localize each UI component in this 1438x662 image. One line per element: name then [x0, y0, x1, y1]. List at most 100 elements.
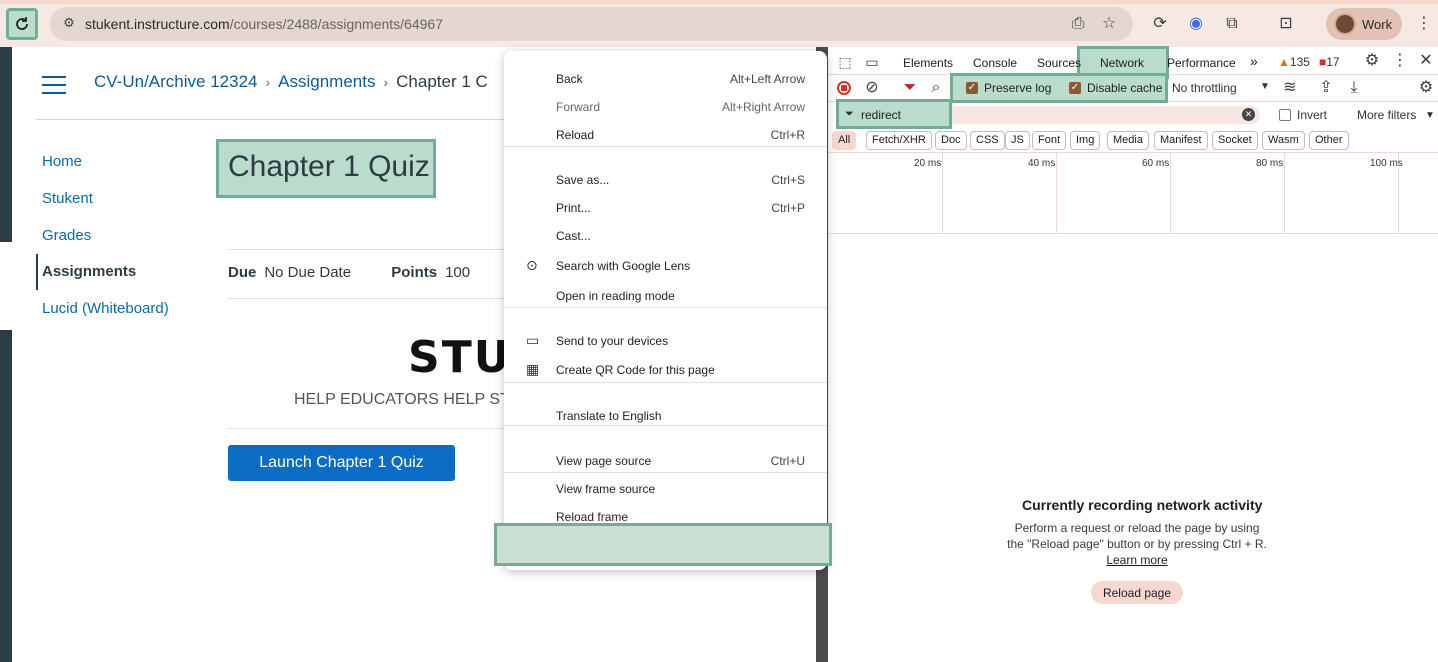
timeline-tick-label: 20 ms	[914, 158, 942, 169]
menu-item-forward[interactable]: Forward Alt+Right Arrow	[504, 94, 827, 120]
menu-item-reload[interactable]: Reload Ctrl+R	[504, 122, 827, 148]
menu-item-label: View page source	[556, 454, 652, 468]
breadcrumb-assignments[interactable]: Assignments	[278, 72, 375, 91]
launch-quiz-button[interactable]: Launch Chapter 1 Quiz	[228, 445, 455, 481]
bookmark-star-icon[interactable]: ☆	[1099, 14, 1119, 34]
menu-item-print[interactable]: Print... Ctrl+P	[504, 195, 827, 221]
menu-item-label: Reload	[556, 128, 595, 142]
network-settings-icon[interactable]: ⚙	[1416, 78, 1436, 98]
install-app-icon[interactable]: ⎙	[1068, 14, 1088, 34]
menu-item-view-frame-source[interactable]: View frame source	[504, 476, 827, 502]
filter-chip-media[interactable]: Media	[1107, 131, 1149, 150]
warning-icon: ▲	[1278, 55, 1290, 69]
filter-chip-font[interactable]: Font	[1032, 131, 1067, 150]
menu-item-save-as[interactable]: Save as... Ctrl+S	[504, 167, 827, 193]
filter-funnel-icon[interactable]: ⏷	[900, 78, 920, 98]
reload-icon[interactable]	[6, 8, 38, 40]
chrome-menu-icon[interactable]: ⋮	[1414, 14, 1434, 34]
filter-chip-img[interactable]: Img	[1070, 131, 1101, 150]
menu-item-create-qr-code-for-this-page[interactable]: ▦ Create QR Code for this page	[504, 357, 827, 383]
menu-item-label: Create QR Code for this page	[556, 363, 715, 377]
context-menu: Back Alt+Left Arrow Forward Alt+Right Arrow…	[504, 51, 827, 570]
filter-chip-fetch-xhr[interactable]: Fetch/XHR	[866, 131, 932, 150]
filter-input[interactable]: redirect	[861, 108, 901, 122]
search-icon[interactable]: ⌕	[926, 78, 946, 98]
menu-item-translate-to-english[interactable]: Translate to English	[504, 403, 827, 429]
avatar	[1334, 13, 1356, 35]
export-har-icon[interactable]: ⤓	[1344, 78, 1364, 98]
tab-elements[interactable]: Elements	[903, 56, 953, 70]
tab-network[interactable]: Network	[1100, 56, 1144, 70]
highlight-inspect	[494, 523, 832, 566]
menu-item-cast[interactable]: Cast...	[504, 223, 827, 249]
menu-item-send-to-your-devices[interactable]: ▭ Send to your devices	[504, 328, 827, 354]
filter-chip-other[interactable]: Other	[1309, 131, 1349, 150]
divider	[36, 119, 516, 120]
more-tabs-icon[interactable]: »	[1250, 53, 1258, 69]
nav-assignments[interactable]: Assignments	[42, 263, 136, 280]
menu-item-shortcut: Alt+Right Arrow	[721, 100, 805, 114]
menu-item-shortcut: Ctrl+U	[770, 454, 805, 468]
tab-performance[interactable]: Performance	[1167, 56, 1236, 70]
filter-chip-all[interactable]: All	[832, 131, 857, 150]
preserve-log-checkbox[interactable]: ✓	[966, 82, 978, 94]
tab-console[interactable]: Console	[973, 56, 1017, 70]
filter-chip-css[interactable]: CSS	[970, 131, 1005, 150]
reload-page-button[interactable]: Reload page	[1091, 581, 1183, 604]
menu-item-label: Open in reading mode	[556, 289, 675, 303]
tab-search-icon[interactable]: ⊡	[1276, 14, 1296, 34]
clear-icon[interactable]: ⊘	[862, 78, 882, 98]
chevron-right-icon: ›	[383, 74, 389, 90]
record-stop-icon[interactable]	[837, 81, 851, 95]
menu-item-back[interactable]: Back Alt+Left Arrow	[504, 66, 827, 92]
extension-sync-icon[interactable]: ⟳	[1150, 14, 1170, 34]
address-bar[interactable]: ⚙ stukent.instructure.com/courses/2488/a…	[50, 7, 1133, 41]
invert-label: Invert	[1297, 108, 1328, 122]
hamburger-menu-icon[interactable]	[42, 76, 66, 94]
filter-chip-doc[interactable]: Doc	[935, 131, 967, 150]
filter-chip-socket[interactable]: Socket	[1212, 131, 1258, 150]
menu-item-search-with-google-lens[interactable]: ⊙ Search with Google Lens	[504, 253, 827, 279]
divider	[228, 249, 518, 250]
import-har-icon[interactable]: ⇪	[1316, 78, 1336, 98]
breadcrumb-course[interactable]: CV-Un/Archive 12324	[94, 72, 257, 91]
dropdown-arrow-icon[interactable]: ▼	[1425, 110, 1435, 121]
disable-cache-checkbox[interactable]: ✓	[1069, 82, 1081, 94]
invert-checkbox[interactable]	[1279, 109, 1291, 121]
devtools-menu-icon[interactable]: ⋮	[1390, 51, 1410, 71]
menu-item-open-in-reading-mode[interactable]: Open in reading mode	[504, 283, 827, 309]
close-devtools-icon[interactable]: ✕	[1416, 51, 1436, 71]
page-edge	[0, 330, 12, 662]
menu-item-label: View frame source	[556, 482, 656, 496]
url-text[interactable]: stukent.instructure.com/courses/2488/ass…	[85, 16, 443, 32]
network-conditions-icon[interactable]: ≋	[1280, 78, 1300, 98]
site-info-icon[interactable]: ⚙	[60, 15, 78, 33]
nav-grades[interactable]: Grades	[42, 227, 91, 244]
dropdown-arrow-icon[interactable]: ▼	[1260, 81, 1270, 92]
extensions-puzzle-icon[interactable]: ⧉	[1222, 14, 1242, 34]
warnings-badge[interactable]: ▲135	[1278, 55, 1310, 69]
more-filters-dropdown[interactable]: More filters	[1357, 108, 1416, 122]
throttling-select[interactable]: No throttling	[1172, 81, 1237, 95]
issues-badge[interactable]: ■17	[1319, 55, 1340, 69]
nav-home[interactable]: Home	[42, 153, 82, 170]
nav-lucid[interactable]: Lucid (Whiteboard)	[42, 300, 169, 317]
profile-button[interactable]: Work	[1326, 8, 1402, 40]
filter-chip-wasm[interactable]: Wasm	[1262, 131, 1305, 150]
timeline-gridline	[942, 152, 943, 234]
menu-item-view-page-source[interactable]: View page source Ctrl+U	[504, 448, 827, 474]
breadcrumb-current: Chapter 1 C	[396, 72, 488, 91]
timeline-gridline	[1284, 152, 1285, 234]
timeline-tick-label: 40 ms	[1028, 158, 1056, 169]
inspect-element-icon[interactable]: ⬚	[835, 52, 855, 72]
tab-sources[interactable]: Sources	[1037, 56, 1081, 70]
filter-chip-manifest[interactable]: Manifest	[1154, 131, 1208, 150]
extension-blue-icon[interactable]: ◉	[1186, 14, 1206, 34]
filter-chip-js[interactable]: JS	[1005, 131, 1030, 150]
clear-filter-icon[interactable]: ✕	[1242, 108, 1255, 121]
device-toolbar-icon[interactable]: ▭	[862, 52, 882, 72]
nav-stukent[interactable]: Stukent	[42, 190, 93, 207]
menu-item-label: Cast...	[556, 229, 591, 243]
learn-more-link[interactable]: Learn more	[1106, 553, 1167, 567]
devtools-settings-icon[interactable]: ⚙	[1362, 51, 1382, 71]
